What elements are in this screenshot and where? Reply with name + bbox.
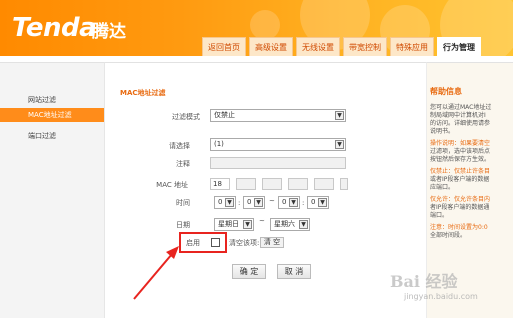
confirm-button[interactable]: 确 定 xyxy=(232,264,266,279)
help-line: 过滤项，选中该项后点 xyxy=(430,148,491,155)
cancel-button[interactable]: 取 消 xyxy=(277,264,311,279)
help-title: 帮助信息 xyxy=(430,87,462,96)
help-line: 制局域网中计算机对I xyxy=(430,112,486,119)
help-line: 的访问。详细使用请参 xyxy=(430,120,491,127)
help-line: 操作说明：如果要清空 xyxy=(430,140,491,147)
help-line: 您可以通过MAC地址过 xyxy=(430,104,492,111)
help-line: 者IP段客户端的数据通 xyxy=(430,204,490,211)
watermark-logo: Bai 经验 xyxy=(390,272,458,291)
help-line: 全部时间段。 xyxy=(430,232,467,239)
help-line: 仅禁止：仅禁止许条目 xyxy=(430,168,491,175)
watermark-url: jingyan.baidu.com xyxy=(404,292,478,301)
help-line: 注意：时间设置为0:0 xyxy=(430,224,488,231)
help-line: 应端口。 xyxy=(430,184,455,191)
help-line: 仅允许：仅允许条目内 xyxy=(430,196,491,203)
help-line: 说明书。 xyxy=(430,128,455,135)
help-line: 按钮然后保存方生效。 xyxy=(430,156,491,163)
help-line: 端口。 xyxy=(430,212,449,219)
help-line: 或者IP段客户端的数据 xyxy=(430,176,490,183)
